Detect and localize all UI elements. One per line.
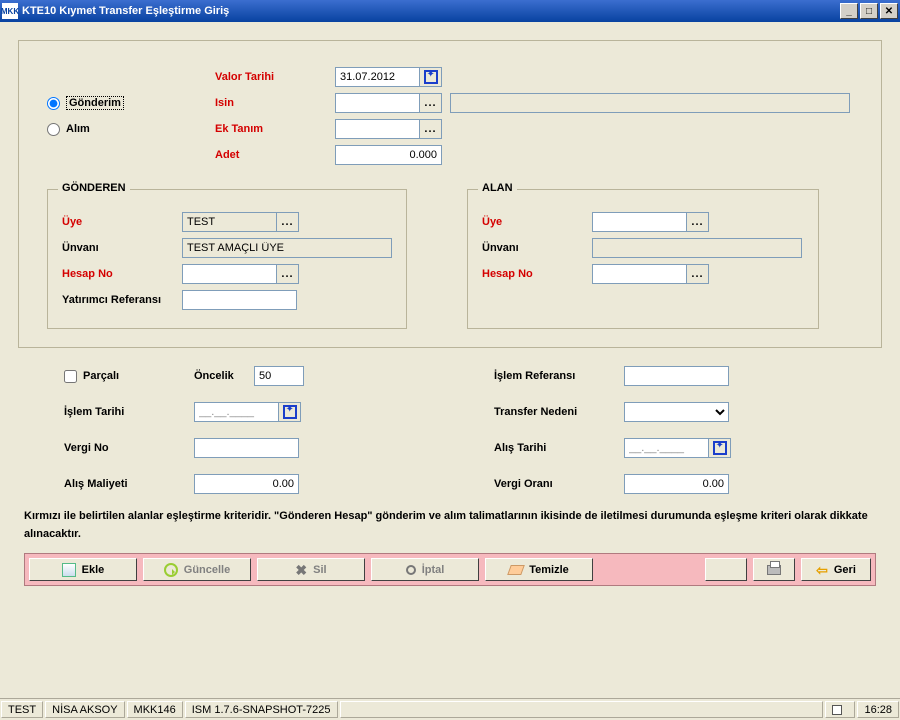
islemtarih-input[interactable] bbox=[194, 402, 279, 422]
valor-tarihi-label: Valor Tarihi bbox=[215, 71, 335, 83]
lower-fields: Parçalı Öncelik İşlem Referansı İşlem Ta… bbox=[64, 366, 854, 494]
main-panel: Valor Tarihi Gönderim Isin ... Alım bbox=[18, 40, 882, 348]
indicator-icon bbox=[832, 705, 842, 715]
gonderen-caption: GÖNDEREN bbox=[58, 182, 130, 194]
status-user-name: NİSA AKSOY bbox=[45, 701, 124, 718]
footer-note: Kırmızı ile belirtilen alanlar eşleştirm… bbox=[24, 508, 876, 543]
alistarih-calendar-button[interactable] bbox=[709, 438, 731, 458]
ek-tanim-input[interactable] bbox=[335, 119, 420, 139]
valor-tarihi-calendar-button[interactable] bbox=[420, 67, 442, 87]
alim-radio-input[interactable] bbox=[47, 123, 60, 136]
islemref-input[interactable] bbox=[624, 366, 729, 386]
isin-lookup-button[interactable]: ... bbox=[420, 93, 442, 113]
alan-hesap-lookup-button[interactable]: ... bbox=[687, 264, 709, 284]
adet-input[interactable] bbox=[335, 145, 442, 165]
vergioran-input[interactable] bbox=[624, 474, 729, 494]
oncelik-input[interactable] bbox=[254, 366, 304, 386]
status-bar: TEST NİSA AKSOY MKK146 ISM 1.7.6-SNAPSHO… bbox=[0, 698, 900, 720]
maximize-button[interactable]: □ bbox=[860, 3, 878, 19]
alan-uye-lookup-button[interactable]: ... bbox=[687, 212, 709, 232]
back-icon: ⇦ bbox=[816, 563, 828, 577]
vergioran-label: Vergi Oranı bbox=[494, 478, 624, 490]
ek-tanim-label: Ek Tanım bbox=[215, 123, 335, 135]
delete-icon: ✖ bbox=[295, 563, 307, 577]
vergino-input[interactable] bbox=[194, 438, 299, 458]
gonderen-unvan-display bbox=[182, 238, 392, 258]
alan-hesap-label: Hesap No bbox=[482, 268, 592, 280]
gonderen-uye-input bbox=[182, 212, 277, 232]
alim-radio-label: Alım bbox=[66, 123, 90, 135]
alim-radio[interactable]: Alım bbox=[47, 123, 90, 136]
alismaliyet-label: Alış Maliyeti bbox=[64, 478, 194, 490]
gonderen-yref-label: Yatırımcı Referansı bbox=[62, 294, 182, 306]
calendar-icon bbox=[283, 405, 297, 419]
status-time: 16:28 bbox=[857, 701, 899, 718]
isin-input[interactable] bbox=[335, 93, 420, 113]
gonderen-uye-label: Üye bbox=[62, 216, 182, 228]
action-toolbar: Ekle Güncelle ✖Sil İptal Temizle ⇦Geri bbox=[24, 553, 876, 586]
status-user-code: TEST bbox=[1, 701, 43, 718]
status-filler bbox=[340, 701, 824, 718]
valor-tarihi-input[interactable] bbox=[335, 67, 420, 87]
geri-button[interactable]: ⇦Geri bbox=[801, 558, 871, 581]
alismaliyet-input[interactable] bbox=[194, 474, 299, 494]
gonderen-yref-input[interactable] bbox=[182, 290, 297, 310]
gonderim-radio-input[interactable] bbox=[47, 97, 60, 110]
alistarih-input[interactable] bbox=[624, 438, 709, 458]
sil-button[interactable]: ✖Sil bbox=[257, 558, 365, 581]
adet-label: Adet bbox=[215, 149, 335, 161]
alan-caption: ALAN bbox=[478, 182, 517, 194]
new-icon bbox=[62, 563, 76, 577]
gonderen-hesap-lookup-button[interactable]: ... bbox=[277, 264, 299, 284]
alan-unvan-label: Ünvanı bbox=[482, 242, 592, 254]
transferneden-label: Transfer Nedeni bbox=[494, 406, 624, 418]
clear-icon bbox=[507, 565, 525, 575]
gonderen-hesap-input[interactable] bbox=[182, 264, 277, 284]
status-indicator bbox=[825, 701, 855, 718]
islemref-label: İşlem Referansı bbox=[494, 370, 624, 382]
aux-button[interactable] bbox=[705, 558, 747, 581]
print-icon bbox=[767, 565, 781, 575]
gonderen-group: GÖNDEREN Üye ... Ünvanı Hesap No ... Yat… bbox=[47, 189, 407, 329]
gonderen-unvan-label: Ünvanı bbox=[62, 242, 182, 254]
transferneden-select[interactable] bbox=[624, 402, 729, 422]
status-version: ISM 1.7.6-SNAPSHOT-7225 bbox=[185, 701, 338, 718]
alan-uye-input[interactable] bbox=[592, 212, 687, 232]
window-title: KTE10 Kıymet Transfer Eşleştirme Giriş bbox=[22, 5, 840, 17]
islemtarih-label: İşlem Tarihi bbox=[64, 406, 194, 418]
ekle-button[interactable]: Ekle bbox=[29, 558, 137, 581]
minimize-button[interactable]: _ bbox=[840, 3, 858, 19]
cancel-icon bbox=[406, 565, 416, 575]
app-icon: MKK bbox=[2, 3, 18, 19]
alan-uye-label: Üye bbox=[482, 216, 592, 228]
isin-label: Isin bbox=[215, 97, 335, 109]
ek-tanim-lookup-button[interactable]: ... bbox=[420, 119, 442, 139]
vergino-label: Vergi No bbox=[64, 442, 194, 454]
parcali-label: Parçalı bbox=[83, 370, 119, 382]
title-bar: MKK KTE10 Kıymet Transfer Eşleştirme Gir… bbox=[0, 0, 900, 22]
oncelik-label: Öncelik bbox=[194, 370, 254, 382]
print-button[interactable] bbox=[753, 558, 795, 581]
islemtarih-calendar-button[interactable] bbox=[279, 402, 301, 422]
status-terminal: MKK146 bbox=[127, 701, 183, 718]
guncelle-button[interactable]: Güncelle bbox=[143, 558, 251, 581]
close-button[interactable]: ✕ bbox=[880, 3, 898, 19]
isin-desc-display bbox=[450, 93, 850, 113]
gonderim-radio[interactable]: Gönderim bbox=[47, 96, 124, 110]
update-icon bbox=[164, 563, 178, 577]
calendar-icon bbox=[424, 70, 438, 84]
alan-unvan-display bbox=[592, 238, 802, 258]
alan-hesap-input[interactable] bbox=[592, 264, 687, 284]
calendar-icon bbox=[713, 441, 727, 455]
alan-group: ALAN Üye ... Ünvanı Hesap No ... bbox=[467, 189, 819, 329]
gonderen-uye-lookup-button[interactable]: ... bbox=[277, 212, 299, 232]
gonderen-hesap-label: Hesap No bbox=[62, 268, 182, 280]
parcali-checkbox[interactable] bbox=[64, 370, 77, 383]
alistarih-label: Alış Tarihi bbox=[494, 442, 624, 454]
gonderim-radio-label: Gönderim bbox=[66, 96, 124, 110]
iptal-button[interactable]: İptal bbox=[371, 558, 479, 581]
temizle-button[interactable]: Temizle bbox=[485, 558, 593, 581]
